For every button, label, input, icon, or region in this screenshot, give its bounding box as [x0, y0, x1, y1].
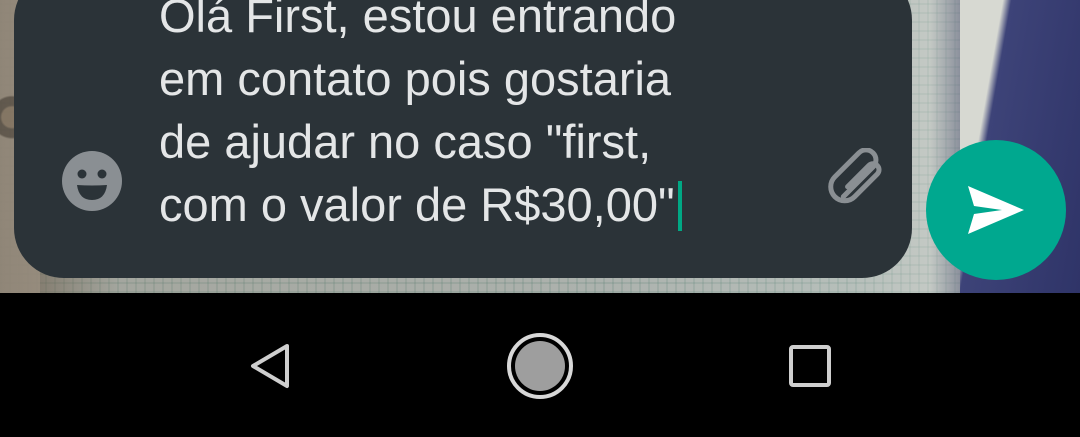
message-line-3: de ajudar no caso "first, [159, 115, 652, 168]
chat-screen: Olá First, estou entrando em contato poi… [0, 0, 1080, 437]
circle-home-icon [507, 333, 573, 399]
triangle-back-icon [251, 344, 289, 388]
square-recents-icon [789, 345, 831, 387]
text-caret [677, 181, 682, 231]
emoji-button[interactable] [61, 150, 123, 212]
home-button[interactable] [495, 331, 585, 401]
send-button[interactable] [926, 140, 1066, 280]
send-arrow-icon [968, 186, 1024, 234]
message-input[interactable]: Olá First, estou entrando em contato poi… [159, 0, 799, 236]
emoji-smile-icon [62, 151, 122, 211]
message-line-2: em contato pois gostaria [159, 52, 672, 105]
recents-button[interactable] [765, 331, 855, 401]
paperclip-icon [828, 148, 882, 204]
system-navigation-bar [0, 293, 1080, 437]
message-line-1: Olá First, estou entrando [159, 0, 677, 42]
message-composer[interactable]: Olá First, estou entrando em contato poi… [14, 0, 912, 278]
message-line-4: com o valor de R$30,00" [159, 178, 675, 231]
attach-button[interactable] [826, 148, 896, 210]
back-button[interactable] [225, 331, 315, 401]
